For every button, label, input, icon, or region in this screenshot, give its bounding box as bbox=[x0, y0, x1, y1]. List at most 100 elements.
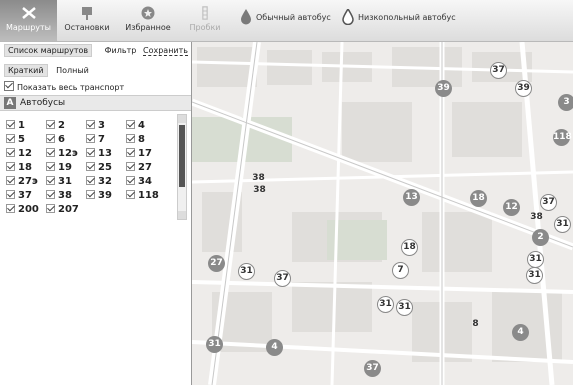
route-checkbox-item[interactable]: 1 bbox=[6, 120, 25, 131]
route-checkbox-item[interactable]: 4 bbox=[126, 120, 145, 131]
bus-marker[interactable]: 13 bbox=[403, 189, 420, 206]
route-checkbox-item[interactable]: 207 bbox=[46, 204, 79, 215]
bus-marker[interactable]: 37 bbox=[490, 62, 507, 79]
route-checkbox-item[interactable]: 27э bbox=[6, 176, 38, 187]
route-checkbox[interactable] bbox=[46, 176, 55, 185]
tab-stops-label: Остановки bbox=[64, 23, 110, 32]
save-button[interactable]: Сохранить bbox=[143, 46, 188, 56]
route-checkbox-item[interactable]: 37 bbox=[6, 190, 32, 201]
route-checkbox[interactable] bbox=[86, 190, 95, 199]
route-checkbox[interactable] bbox=[6, 148, 15, 157]
bus-marker[interactable]: 31 bbox=[527, 251, 544, 268]
route-checkbox-item[interactable]: 7 bbox=[86, 134, 105, 145]
filter-tab[interactable]: Фильтр bbox=[105, 46, 137, 55]
bus-marker[interactable]: 39 bbox=[435, 80, 452, 97]
route-checkbox[interactable] bbox=[46, 148, 55, 157]
route-checkbox[interactable] bbox=[126, 134, 135, 143]
route-checkbox-item[interactable]: 12э bbox=[46, 148, 78, 159]
route-checkbox-item[interactable]: 17 bbox=[126, 148, 152, 159]
route-checkbox-item[interactable]: 3 bbox=[86, 120, 105, 131]
tab-favorites[interactable]: Избранное bbox=[117, 0, 179, 41]
tab-routes[interactable]: Маршруты bbox=[0, 0, 57, 41]
bus-section-header[interactable]: А Автобусы bbox=[0, 95, 191, 111]
scroll-thumb[interactable] bbox=[179, 125, 185, 187]
bus-marker[interactable]: 12 bbox=[503, 199, 520, 216]
bus-marker[interactable]: 2 bbox=[532, 229, 549, 246]
route-checkbox[interactable] bbox=[86, 120, 95, 129]
view-short-button[interactable]: Краткий bbox=[4, 64, 48, 77]
route-checkbox-item[interactable]: 6 bbox=[46, 134, 65, 145]
bus-marker[interactable]: 37 bbox=[274, 270, 291, 287]
top-toolbar: Маршруты Остановки Избранное Пробки Обыч… bbox=[0, 0, 573, 42]
bus-marker[interactable]: 37 bbox=[540, 194, 557, 211]
bus-marker[interactable]: 31 bbox=[206, 336, 223, 353]
route-checkbox-item[interactable]: 31 bbox=[46, 176, 72, 187]
route-checkbox[interactable] bbox=[86, 148, 95, 157]
route-checkbox-item[interactable]: 32 bbox=[86, 176, 112, 187]
route-checkbox[interactable] bbox=[46, 134, 55, 143]
route-checkbox[interactable] bbox=[46, 162, 55, 171]
route-checkbox[interactable] bbox=[46, 204, 55, 213]
bus-marker[interactable]: 38 bbox=[251, 182, 268, 199]
bus-marker[interactable]: 31 bbox=[238, 263, 255, 280]
route-checkbox-item[interactable]: 19 bbox=[46, 162, 72, 173]
scroll-up-arrow[interactable] bbox=[178, 115, 186, 123]
route-checkbox-item[interactable]: 38 bbox=[46, 190, 72, 201]
route-checkbox[interactable] bbox=[6, 204, 15, 213]
bus-marker[interactable]: 31 bbox=[554, 216, 571, 233]
route-checkbox-item[interactable]: 12 bbox=[6, 148, 32, 159]
route-checkbox[interactable] bbox=[6, 120, 15, 129]
route-checkbox[interactable] bbox=[6, 134, 15, 143]
route-checkbox[interactable] bbox=[86, 134, 95, 143]
bus-marker[interactable]: 18 bbox=[401, 239, 418, 256]
route-checkbox-item[interactable]: 39 bbox=[86, 190, 112, 201]
tab-traffic[interactable]: Пробки bbox=[180, 0, 230, 41]
bus-marker[interactable]: 3 bbox=[558, 94, 573, 111]
bus-marker[interactable]: 37 bbox=[364, 360, 381, 377]
bus-marker[interactable]: 38 bbox=[528, 209, 545, 226]
route-checkbox[interactable] bbox=[6, 176, 15, 185]
bus-marker[interactable]: 118 bbox=[553, 129, 572, 146]
route-checkbox-item[interactable]: 200 bbox=[6, 204, 39, 215]
bus-marker[interactable]: 4 bbox=[512, 324, 529, 341]
bus-marker[interactable]: 31 bbox=[396, 299, 413, 316]
route-checkbox[interactable] bbox=[126, 190, 135, 199]
regular-bus-icon bbox=[241, 9, 251, 25]
route-checkbox-item[interactable]: 27 bbox=[126, 162, 152, 173]
scroll-down-arrow[interactable] bbox=[178, 211, 186, 219]
route-checkbox-item[interactable]: 5 bbox=[6, 134, 25, 145]
route-checkbox[interactable] bbox=[86, 162, 95, 171]
route-checkbox[interactable] bbox=[46, 190, 55, 199]
show-all-row[interactable]: Показать весь транспорт bbox=[4, 81, 124, 92]
route-checkbox[interactable] bbox=[126, 148, 135, 157]
bus-marker[interactable]: 7 bbox=[392, 262, 409, 279]
view-full-button[interactable]: Полный bbox=[56, 66, 89, 75]
bus-marker[interactable]: 39 bbox=[515, 80, 532, 97]
route-checkbox-item[interactable]: 18 bbox=[6, 162, 32, 173]
route-checkbox[interactable] bbox=[126, 120, 135, 129]
route-checkbox[interactable] bbox=[86, 176, 95, 185]
bus-marker[interactable]: 4 bbox=[266, 339, 283, 356]
bus-marker[interactable]: 31 bbox=[526, 267, 543, 284]
route-checkbox-item[interactable]: 2 bbox=[46, 120, 65, 131]
show-all-checkbox[interactable] bbox=[4, 81, 14, 91]
bus-marker[interactable]: 18 bbox=[470, 190, 487, 207]
city-map[interactable]: 37 39 39 3 118 38 38 13 18 12 37 38 31 2 18 27 31 37 7 31 31… bbox=[192, 42, 573, 385]
route-checkbox[interactable] bbox=[46, 120, 55, 129]
tab-stops[interactable]: Остановки bbox=[58, 0, 116, 41]
bus-marker[interactable]: 27 bbox=[208, 255, 225, 272]
route-checkbox[interactable] bbox=[6, 190, 15, 199]
route-checkbox-item[interactable]: 34 bbox=[126, 176, 152, 187]
route-checkbox[interactable] bbox=[6, 162, 15, 171]
route-checkbox-item[interactable]: 8 bbox=[126, 134, 145, 145]
route-checkbox[interactable] bbox=[126, 162, 135, 171]
route-list-scrollbar[interactable] bbox=[177, 114, 187, 220]
bus-marker[interactable]: 8 bbox=[467, 316, 484, 333]
lowfloor-bus-icon bbox=[342, 9, 354, 25]
bus-marker[interactable]: 31 bbox=[377, 296, 394, 313]
route-list-tab[interactable]: Список маршрутов bbox=[4, 44, 93, 57]
route-checkbox-item[interactable]: 118 bbox=[126, 190, 159, 201]
route-checkbox[interactable] bbox=[126, 176, 135, 185]
route-checkbox-item[interactable]: 25 bbox=[86, 162, 112, 173]
route-checkbox-item[interactable]: 13 bbox=[86, 148, 112, 159]
